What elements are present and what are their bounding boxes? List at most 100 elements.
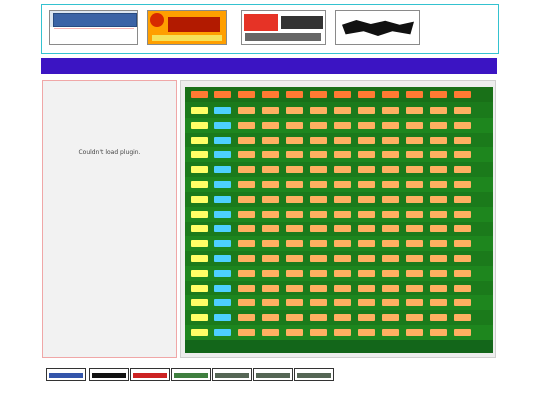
table-row [185,325,493,340]
table-cell-3 [238,181,255,188]
table-cell-2[interactable] [214,225,231,233]
table-cell-2[interactable] [214,195,231,203]
sohu-alumni-logo[interactable] [147,10,227,45]
table-cell-1[interactable] [191,240,208,248]
friend-link-6[interactable] [253,368,293,381]
table-cell-2[interactable] [214,240,231,248]
table-cell-2[interactable] [214,136,231,144]
table-cell-4 [262,181,279,188]
table-cell-2[interactable] [214,299,231,307]
nav-item-3[interactable] [104,59,142,73]
table-cell-7 [334,195,351,203]
table-cell-2[interactable] [214,210,231,218]
table-cell-11 [430,107,447,114]
table-cell-9 [382,299,399,307]
table-cell-2[interactable] [214,255,231,262]
friend-link-6-graphic [256,373,290,378]
table-cell-9 [382,225,399,233]
table-cell-1[interactable] [191,210,208,218]
sohu-url-strip [152,35,222,41]
school-name-strip [54,28,134,42]
nav-item-6[interactable] [221,59,255,73]
roster-footer-note [185,340,493,353]
table-cell-1[interactable] [191,299,208,307]
table-cell-10 [406,225,423,233]
table-cell-1[interactable] [191,166,208,174]
table-cell-5 [286,181,303,188]
table-row [185,221,493,236]
sichuan-salt-school-logo[interactable] [49,10,138,45]
table-cell-1[interactable] [191,314,208,322]
table-cell-4 [262,107,279,114]
table-cell-8 [358,195,375,203]
table-cell-5 [286,121,303,129]
table-cell-2[interactable] [214,166,231,174]
table-cell-11 [430,329,447,336]
table-cell-4 [262,329,279,336]
nav-item-4[interactable] [147,59,175,73]
table-cell-4 [262,255,279,262]
nav-item-2[interactable] [74,59,98,73]
table-cell-11 [430,269,447,277]
table-cell-11 [430,225,447,233]
header-cell-3 [238,91,255,98]
table-cell-1[interactable] [191,136,208,144]
table-cell-1[interactable] [191,107,208,114]
table-cell-3 [238,210,255,218]
nav-item-10[interactable] [371,59,401,73]
table-cell-3 [238,107,255,114]
table-cell-1[interactable] [191,121,208,129]
table-cell-6 [310,284,327,292]
table-cell-12 [454,210,471,218]
table-cell-2[interactable] [214,151,231,159]
friend-link-1[interactable] [46,368,86,381]
table-cell-12 [454,166,471,174]
friend-link-4[interactable] [171,368,211,381]
header-cell-8 [358,91,375,98]
table-cell-1[interactable] [191,329,208,336]
163-alumni-logo[interactable] [241,10,326,45]
table-cell-10 [406,195,423,203]
table-cell-2[interactable] [214,181,231,188]
friend-link-5[interactable] [212,368,252,381]
table-cell-1[interactable] [191,225,208,233]
table-cell-1[interactable] [191,181,208,188]
table-row [185,162,493,177]
table-cell-5 [286,255,303,262]
table-cell-3 [238,329,255,336]
friend-link-7[interactable] [294,368,334,381]
table-cell-4 [262,151,279,159]
table-cell-5 [286,166,303,174]
table-cell-7 [334,284,351,292]
table-cell-12 [454,181,471,188]
friend-link-3[interactable] [130,368,170,381]
nav-item-9[interactable] [335,59,367,73]
table-cell-2[interactable] [214,269,231,277]
table-cell-10 [406,121,423,129]
table-row [185,192,493,207]
table-cell-6 [310,195,327,203]
table-cell-2[interactable] [214,284,231,292]
table-cell-5 [286,210,303,218]
table-cell-1[interactable] [191,151,208,159]
chinese-alumni-logo[interactable] [335,10,420,45]
table-cell-1[interactable] [191,195,208,203]
table-cell-2[interactable] [214,107,231,114]
friend-link-2[interactable] [89,368,129,381]
header-cell-11 [430,91,447,98]
nav-item-1[interactable] [46,59,68,73]
table-cell-12 [454,255,471,262]
table-cell-12 [454,240,471,248]
table-cell-1[interactable] [191,284,208,292]
table-row [185,117,493,133]
table-cell-5 [286,269,303,277]
nav-item-8[interactable] [298,59,332,73]
table-cell-10 [406,255,423,262]
table-cell-1[interactable] [191,269,208,277]
table-cell-2[interactable] [214,121,231,129]
nav-item-5[interactable] [180,59,216,73]
table-cell-1[interactable] [191,255,208,262]
nav-item-7[interactable] [261,59,293,73]
table-cell-2[interactable] [214,329,231,336]
table-cell-2[interactable] [214,314,231,322]
